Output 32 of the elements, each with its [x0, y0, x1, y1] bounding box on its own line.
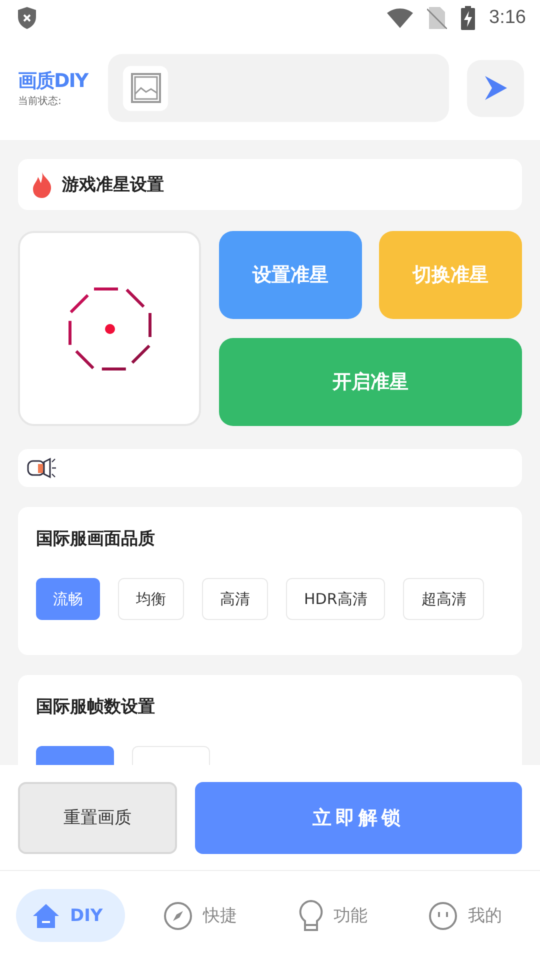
set-crosshair-button[interactable]: 设置准星: [219, 231, 362, 319]
app-title: 画质DIY: [18, 69, 90, 94]
lightbulb-icon: [298, 898, 324, 932]
shield-icon: [18, 7, 36, 29]
unlock-button[interactable]: 立即解锁: [195, 782, 522, 854]
home-icon: [32, 902, 60, 928]
image-placeholder-icon: [123, 66, 168, 110]
battery-charging-icon: [461, 6, 476, 30]
nav-tab[interactable]: 我的: [412, 889, 524, 942]
megaphone-icon: [26, 456, 56, 480]
wifi-icon: [387, 8, 414, 28]
nav-tab[interactable]: 快捷: [147, 889, 260, 942]
face-icon: [428, 900, 458, 930]
section-title: 游戏准星设置: [62, 174, 164, 196]
status-label: 当前状态:: [18, 94, 62, 108]
card-title: 国际服帧数设置: [36, 696, 156, 718]
quality-option[interactable]: 高清: [202, 578, 268, 620]
status-time: 3:16: [489, 7, 526, 29]
no-sim-icon: [427, 7, 448, 29]
play-button[interactable]: [467, 60, 524, 116]
card-title: 国际服画面品质: [36, 528, 156, 550]
quality-option[interactable]: 超高清: [403, 578, 484, 620]
play-icon: [484, 75, 508, 101]
nav-tab[interactable]: DIY: [16, 889, 125, 942]
quality-option[interactable]: 均衡: [118, 578, 184, 620]
quality-option[interactable]: 流畅: [36, 578, 100, 620]
flame-icon: [32, 172, 52, 198]
reset-quality-button[interactable]: 重置画质: [18, 782, 177, 854]
compass-icon: [163, 900, 194, 930]
quality-option[interactable]: HDR高清: [286, 578, 386, 620]
nav-tab[interactable]: 功能: [282, 889, 390, 942]
enable-crosshair-button[interactable]: 开启准星: [219, 338, 522, 426]
